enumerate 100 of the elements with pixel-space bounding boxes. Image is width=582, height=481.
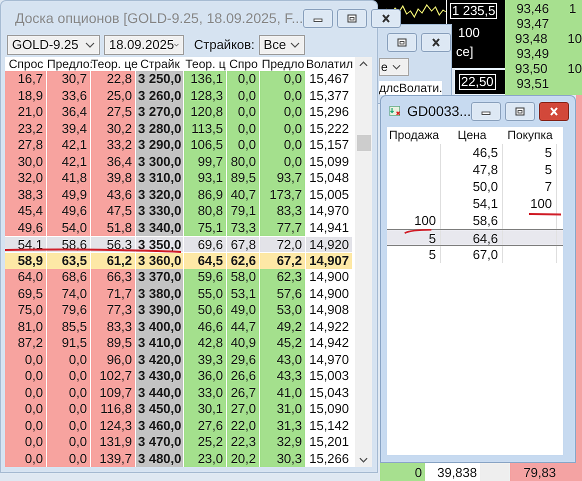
table-cell: 89,5	[91, 335, 136, 352]
table-cell: 3 330,0	[136, 203, 184, 220]
table-cell: 109,7	[91, 384, 136, 401]
table-cell: 32,0	[5, 170, 47, 186]
table-cell: 3 420,0	[136, 352, 184, 368]
price-label: 22,50	[459, 74, 496, 90]
table-cell: 120,8	[184, 104, 227, 120]
table-cell: 64,5	[184, 252, 227, 269]
table-cell: 64,0	[5, 269, 47, 286]
table-cell: 87,2	[5, 335, 47, 352]
table-cell: 33,2	[91, 137, 136, 154]
table-cell: 0,0	[47, 450, 91, 467]
table-cell: 0,0	[47, 434, 91, 450]
table-cell: 80,0	[227, 154, 260, 170]
table-cell: 23,2	[5, 120, 47, 137]
dropdown[interactable]: e	[379, 58, 409, 76]
table-cell: 61,2	[91, 252, 136, 269]
close-button[interactable]	[539, 102, 569, 120]
table-cell: 18,9	[5, 88, 47, 104]
chevron-down-icon	[174, 42, 179, 48]
table-cell: 43,6	[91, 186, 136, 203]
table-cell: 42,8	[184, 335, 227, 352]
underline-mark	[528, 212, 562, 216]
table-cell: 139,7	[91, 450, 136, 467]
table-cell: 85,5	[47, 318, 91, 335]
maximize-button[interactable]	[387, 33, 417, 52]
table-cell: 62,3	[260, 269, 306, 286]
table-cell: 69,6	[184, 236, 227, 252]
minimize-button[interactable]	[471, 102, 501, 120]
table-cell: 3 320,0	[136, 186, 184, 203]
table-cell: 0,0	[5, 368, 47, 384]
table-cell: 30,3	[260, 450, 306, 467]
column-header: Теор. це	[91, 57, 136, 71]
size-text: 10	[568, 61, 582, 76]
table-cell: 3 270,0	[136, 104, 184, 120]
table-cell: 86,9	[184, 186, 227, 203]
table-cell: 25,0	[91, 88, 136, 104]
table-cell: 33,6	[47, 88, 91, 104]
table-cell: 89,5	[227, 170, 260, 186]
table-cell: 75,1	[184, 220, 227, 236]
maximize-button[interactable]	[337, 8, 368, 28]
table-cell: 3 290,0	[136, 137, 184, 154]
table-row[interactable]: 5 64,6	[387, 229, 563, 246]
table-cell: 3 300,0	[136, 154, 184, 170]
table-cell: 77,3	[91, 302, 136, 318]
table-cell: 32,9	[260, 434, 306, 450]
minimize-button[interactable]	[303, 8, 334, 28]
table-cell: 93,7	[260, 170, 306, 186]
table-cell: 38,3	[5, 186, 47, 203]
table-cell: 27,6	[184, 418, 227, 434]
close-button[interactable]	[371, 8, 402, 28]
table-cell: 0,0	[5, 434, 47, 450]
table-cell: 3 480,0	[136, 450, 184, 467]
table-cell: 0,0	[260, 71, 306, 88]
table-cell: 26,7	[227, 384, 260, 401]
table-cell: 36,4	[91, 154, 136, 170]
table-cell: 30,1	[184, 401, 227, 418]
table-cell: 0,0	[227, 137, 260, 154]
table-cell: 59,6	[184, 269, 227, 286]
maximize-icon	[514, 106, 526, 116]
table-cell: 3 250,0	[136, 71, 184, 88]
table-cell: 75,0	[5, 302, 47, 318]
table-cell: 51,8	[91, 220, 136, 236]
table-cell: 0,0	[5, 384, 47, 401]
scroll-up-icon[interactable]	[359, 61, 368, 67]
table-cell: 71,7	[91, 286, 136, 302]
price-text: 93,46	[515, 1, 549, 16]
table-cell: 49,6	[47, 203, 91, 220]
table-cell: 0,0	[227, 104, 260, 120]
table-cell: 5	[387, 230, 441, 245]
table-cell: 0,0	[47, 384, 91, 401]
close-button[interactable]	[421, 33, 451, 52]
table-cell: 30,0	[5, 154, 47, 170]
column-header: Продажа	[388, 127, 440, 144]
table-cell: 16,7	[5, 71, 47, 88]
maximize-button[interactable]	[505, 102, 535, 120]
scrollbar-thumb[interactable]	[356, 135, 370, 151]
dropdown[interactable]: 18.09.2025	[104, 35, 184, 55]
dropdown[interactable]: GOLD-9.25	[7, 35, 100, 55]
table-cell: 77,7	[260, 220, 306, 236]
table-cell: 49,0	[227, 302, 260, 318]
table-cell: 79,83	[510, 463, 576, 481]
table-cell: 54,0	[47, 220, 91, 236]
table-cell: 3 340,0	[136, 220, 184, 236]
table-cell: 30,2	[91, 120, 136, 137]
close-icon	[380, 14, 392, 22]
dropdown[interactable]: Все	[258, 35, 305, 55]
scrollbar[interactable]	[355, 57, 372, 467]
table-cell: 0,0	[47, 352, 91, 368]
scroll-down-icon[interactable]	[359, 457, 368, 463]
table-cell: 55,0	[184, 286, 227, 302]
maximize-icon	[346, 14, 358, 22]
table-cell: 53,1	[227, 286, 260, 302]
table-cell: 68,6	[47, 269, 91, 286]
table-cell: 113,5	[184, 120, 227, 137]
table-cell: 0,0	[47, 418, 91, 434]
table-cell: 22,8	[91, 71, 136, 88]
table-cell: 25,2	[184, 434, 227, 450]
table-cell: 39,3	[184, 352, 227, 368]
table-cell: 0,0	[47, 368, 91, 384]
